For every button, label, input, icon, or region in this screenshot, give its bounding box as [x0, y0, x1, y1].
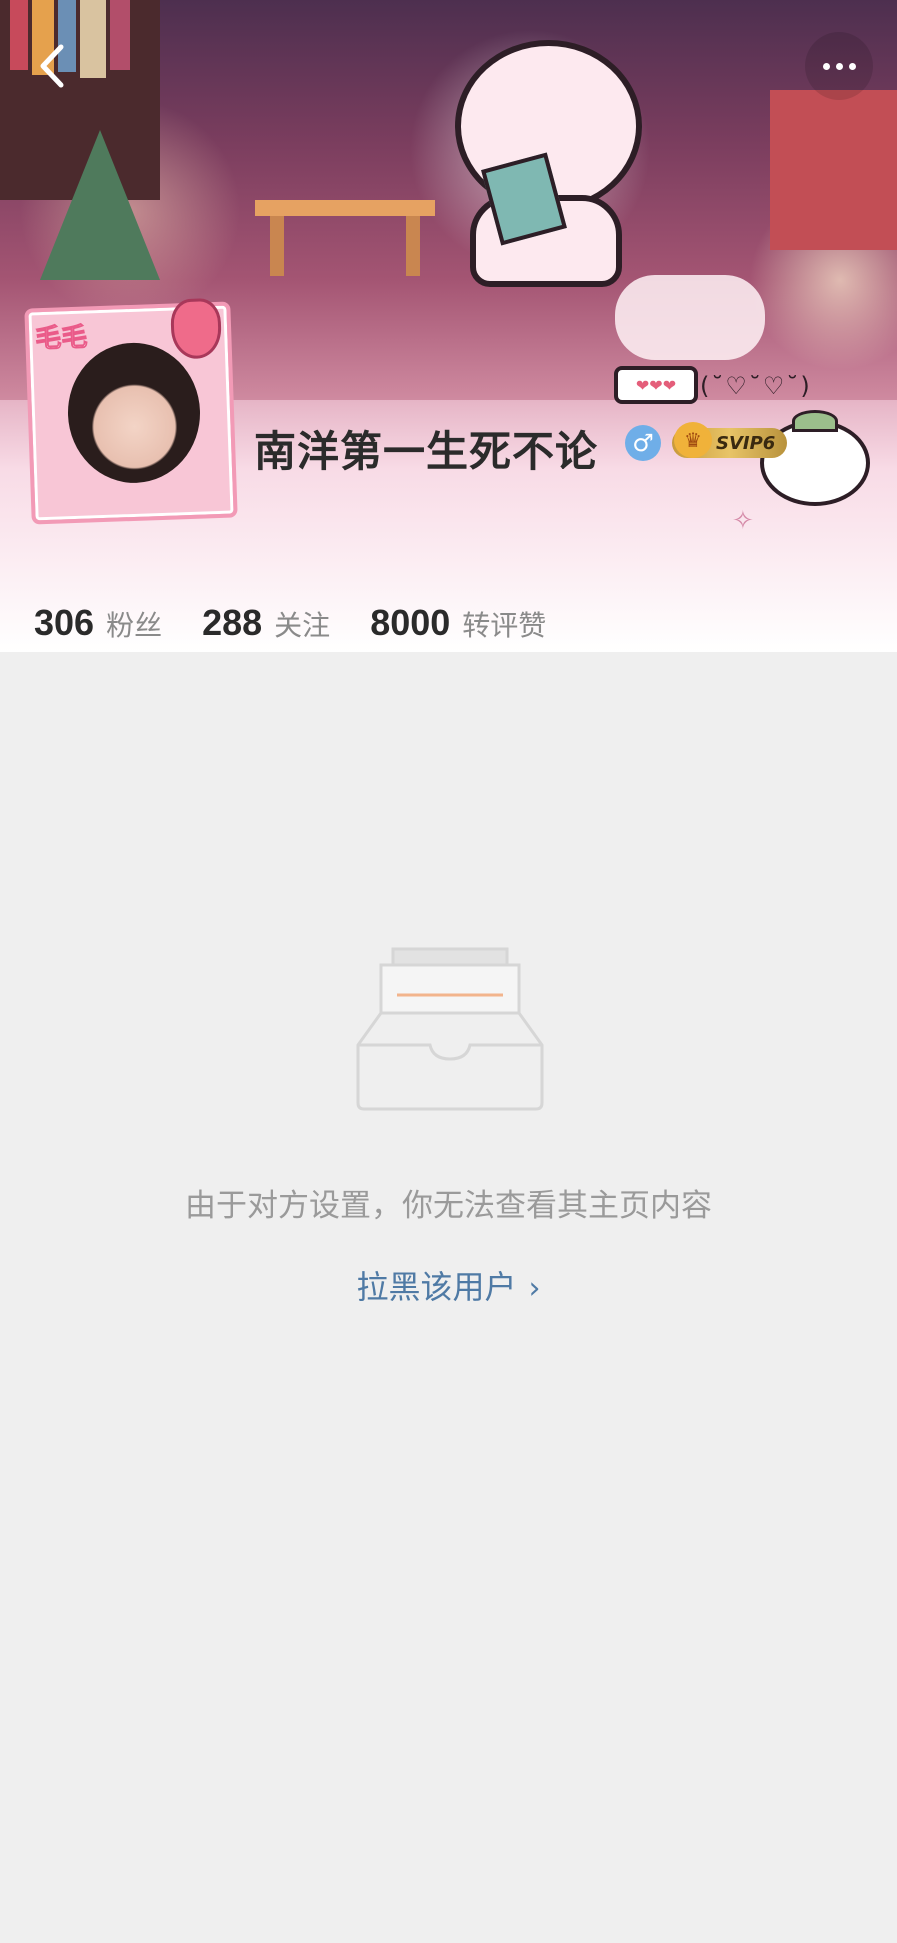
dresser: [770, 90, 897, 250]
profile-header: ❤❤❤ (˘♡˘♡˘) ✧ 毛毛 南洋第一生死不论 ♂ ♛ SVIP6 306 …: [0, 0, 897, 652]
cushion-decoration: [615, 275, 765, 360]
speech-bubble-decoration: ❤❤❤: [614, 366, 698, 404]
side-table: [255, 200, 435, 216]
vip-level-label: SVIP6: [716, 432, 776, 454]
male-gender-icon: ♂: [625, 425, 661, 461]
block-user-link[interactable]: 拉黑该用户 ›: [0, 1262, 897, 1308]
ellipsis-icon: [822, 62, 830, 70]
stat-value: 306: [34, 602, 95, 643]
stats-bar: 306 粉丝 288 关注 8000 转评赞: [34, 602, 586, 646]
chevron-left-icon: [40, 44, 64, 88]
avatar-photo: [65, 340, 203, 486]
avatar[interactable]: 毛毛: [24, 297, 238, 525]
more-button[interactable]: [805, 32, 873, 100]
vip-badge[interactable]: ♛ SVIP6: [672, 422, 788, 458]
inbox-tray-icon: [356, 947, 544, 1111]
stat-followers[interactable]: 306 粉丝: [34, 602, 162, 644]
block-user-label: 拉黑该用户: [356, 1268, 517, 1306]
chevron-right-icon: ›: [528, 1271, 541, 1306]
stat-label: 转评赞: [462, 609, 547, 642]
crown-icon: ♛: [674, 422, 712, 458]
stat-value: 288: [202, 602, 263, 643]
stat-value: 8000: [370, 602, 451, 643]
book: [110, 0, 130, 70]
stat-label: 粉丝: [106, 609, 163, 642]
restricted-message: 由于对方设置，你无法查看其主页内容: [185, 1188, 712, 1224]
sparkle-icon: ✧: [732, 506, 754, 536]
ellipsis-dot: [848, 62, 856, 70]
strawberry-icon: [170, 297, 223, 360]
table-leg: [406, 216, 420, 276]
avatar-frame-text: 毛毛: [34, 322, 88, 355]
stat-following[interactable]: 288 关注: [202, 602, 330, 644]
username: 南洋第一生死不论: [254, 427, 599, 476]
stat-reposts-comments-likes[interactable]: 8000 转评赞: [370, 602, 546, 644]
table-leg: [270, 216, 284, 276]
stat-label: 关注: [274, 609, 331, 642]
hearts-decoration: (˘♡˘♡˘): [700, 372, 812, 400]
back-button[interactable]: [18, 32, 86, 100]
plant-decoration: [40, 130, 160, 280]
ellipsis-dot: [835, 62, 843, 70]
